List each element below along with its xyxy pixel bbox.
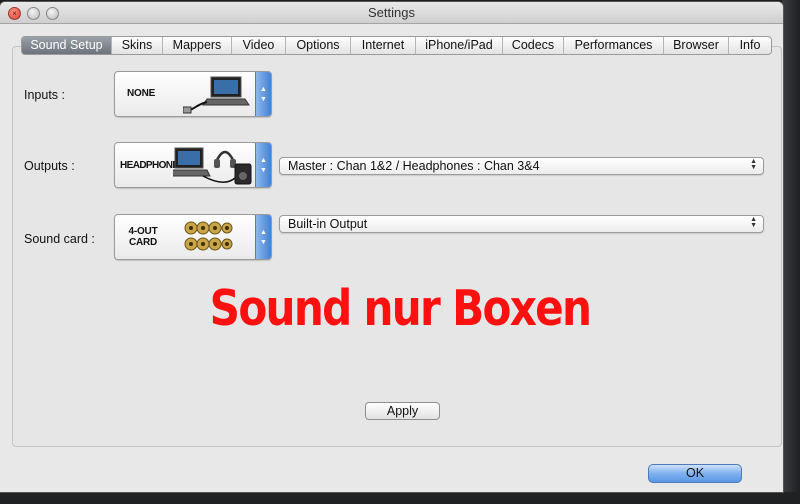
- sound-card-selected-line2: CARD: [128, 237, 158, 248]
- tab-performances[interactable]: Performances: [564, 37, 664, 54]
- tab-iphone-ipad[interactable]: iPhone/iPad: [416, 37, 503, 54]
- select-arrows-icon: ▲ ▼: [750, 216, 757, 229]
- outputs-label: Outputs :: [24, 159, 75, 173]
- audio-device-select[interactable]: Built-in Output ▲ ▼: [279, 215, 764, 233]
- tab-video[interactable]: Video: [232, 37, 286, 54]
- select-arrows-icon: ▲ ▼: [750, 158, 757, 171]
- sound-card-stepper[interactable]: ▲ ▼: [255, 215, 271, 259]
- inputs-device-selector[interactable]: NONE ▲ ▼: [114, 71, 272, 117]
- output-routing-value: Master : Chan 1&2 / Headphones : Chan 3&…: [288, 159, 540, 173]
- laptop-with-cable-icon: [183, 76, 250, 114]
- tab-mappers[interactable]: Mappers: [163, 37, 232, 54]
- tab-browser[interactable]: Browser: [664, 37, 729, 54]
- output-routing-select[interactable]: Master : Chan 1&2 / Headphones : Chan 3&…: [279, 157, 764, 175]
- inputs-label: Inputs :: [24, 88, 65, 102]
- sound-card-selector[interactable]: 4-OUT CARD ▲ ▼: [114, 214, 272, 260]
- tab-sound-setup[interactable]: Sound Setup: [22, 37, 112, 54]
- inputs-selected-value: NONE: [127, 88, 156, 99]
- close-window-button[interactable]: ×: [8, 7, 21, 20]
- audio-device-value: Built-in Output: [288, 217, 368, 231]
- sound-card-label: Sound card :: [24, 232, 95, 246]
- tab-internet[interactable]: Internet: [351, 37, 416, 54]
- outputs-stepper[interactable]: ▲ ▼: [255, 143, 271, 187]
- outputs-device-selector[interactable]: HEADPHONES ▲ ▼: [114, 142, 272, 188]
- laptop-headphones-speaker-icon: [173, 147, 252, 185]
- desktop-background-bottom: [0, 492, 800, 504]
- apply-button[interactable]: Apply: [365, 402, 440, 420]
- minimize-window-button[interactable]: [27, 7, 40, 20]
- tab-codecs[interactable]: Codecs: [503, 37, 564, 54]
- rca-jacks-icon: [184, 221, 233, 251]
- settings-window: × Settings Sound Setup Skins Mappers Vid…: [0, 2, 783, 492]
- settings-tab-bar: Sound Setup Skins Mappers Video Options …: [21, 36, 772, 55]
- tab-options[interactable]: Options: [286, 37, 351, 54]
- annotation-overlay-text: Sound nur Boxen: [209, 280, 592, 337]
- window-title: Settings: [368, 5, 415, 20]
- window-controls: ×: [8, 7, 59, 20]
- tab-skins[interactable]: Skins: [112, 37, 163, 54]
- title-bar[interactable]: × Settings: [0, 2, 783, 24]
- ok-button[interactable]: OK: [648, 464, 742, 483]
- zoom-window-button[interactable]: [46, 7, 59, 20]
- tab-info[interactable]: Info: [729, 37, 771, 54]
- sound-card-selected-line1: 4-OUT: [128, 226, 158, 237]
- inputs-stepper[interactable]: ▲ ▼: [255, 72, 271, 116]
- desktop-background-right: [782, 0, 800, 504]
- sound-card-selected-value: 4-OUT CARD: [127, 226, 159, 248]
